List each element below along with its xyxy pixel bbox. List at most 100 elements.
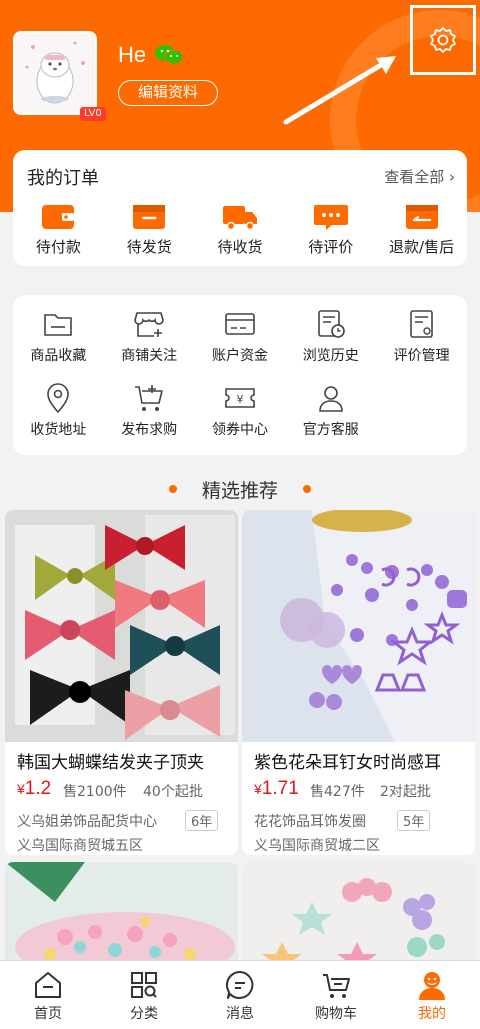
tools-card: 商品收藏 商铺关注 账户资金 浏览历史 评价管理 收货地址 发布求购 ¥ 领券中 [13, 295, 467, 455]
annotation-arrow [283, 56, 396, 125]
home-icon [35, 972, 61, 998]
cart-icon [135, 385, 163, 411]
tool-customer-service[interactable]: 官方客服 [285, 381, 376, 439]
price-value: 1.71 [261, 778, 299, 799]
tab-messages[interactable]: 消息 [192, 961, 288, 1029]
tool-account-funds[interactable]: 账户资金 [195, 307, 286, 365]
tool-label: 评价管理 [393, 348, 450, 364]
product-min-order: 40个起批 [143, 784, 203, 800]
product-card[interactable]: 紫色花朵耳钉女时尚感耳 ¥1.71 售427件 2对起批 花花饰品耳饰发圈 5年… [242, 510, 475, 855]
order-refund[interactable]: 退款/售后 [376, 202, 467, 257]
shop-name-text: 义乌姐弟饰品配货中心 [17, 814, 157, 830]
price-value: 1.2 [24, 778, 52, 799]
tab-label: 购物车 [315, 1006, 357, 1022]
product-card-partial[interactable] [5, 862, 238, 972]
price-symbol: ¥ [254, 781, 262, 797]
avatar[interactable] [13, 31, 97, 115]
tool-post-request[interactable]: 发布求购 [104, 381, 195, 439]
product-shop-name[interactable]: 义乌姐弟饰品配货中心 [17, 811, 157, 831]
tool-label: 账户资金 [211, 348, 268, 364]
tab-home[interactable]: 首页 [0, 961, 96, 1029]
profile-icon [419, 972, 445, 1000]
tool-label: 浏览历史 [302, 348, 359, 364]
tab-cart[interactable]: 购物车 [288, 961, 384, 1029]
tool-label: 商铺关注 [121, 348, 178, 364]
orders-card: 我的订单 查看全部 › 待付款 待发货 待收货 待评价 退款/售后 [13, 150, 467, 266]
username: He [118, 42, 147, 67]
recommend-title: 精选推荐 [201, 480, 278, 502]
bottom-tab-bar: 首页 分类 消息 购物车 我的 [0, 960, 480, 1029]
store-icon [134, 312, 164, 337]
category-icon [131, 972, 157, 998]
view-all-orders-link[interactable]: 查看全部 › [384, 166, 455, 187]
tab-profile[interactable]: 我的 [384, 961, 480, 1029]
location-icon [47, 383, 70, 414]
price-symbol: ¥ [17, 781, 25, 797]
product-sold-count: 售2100件 [63, 784, 127, 800]
shop-years-badge: 6年 [185, 810, 219, 831]
card-icon [225, 313, 255, 335]
truck-icon [222, 206, 257, 231]
order-label: 待收货 [217, 238, 263, 256]
product-image [5, 510, 238, 742]
tool-label: 发布求购 [121, 422, 178, 438]
tool-browse-history[interactable]: 浏览历史 [285, 307, 376, 365]
wechat-icon [155, 45, 184, 65]
product-card[interactable]: 韩国大蝴蝶结发夹子顶夹 ¥1.2 售2100件 40个起批 义乌姐弟饰品配货中心… [5, 510, 238, 855]
comment-icon [313, 205, 348, 230]
refund-icon [405, 205, 438, 229]
order-pending-review[interactable]: 待评价 [285, 202, 376, 257]
product-image [5, 862, 238, 972]
orders-title: 我的订单 [27, 168, 99, 189]
product-card-partial[interactable] [242, 862, 475, 972]
product-image [242, 862, 475, 972]
tab-label: 首页 [34, 1006, 62, 1022]
order-label: 退款/售后 [389, 238, 455, 256]
tool-followed-stores[interactable]: 商铺关注 [104, 307, 195, 365]
tool-shipping-address[interactable]: 收货地址 [13, 381, 104, 439]
coupon-icon: ¥ [225, 388, 255, 408]
tool-label: 商品收藏 [30, 348, 87, 364]
cart-icon [323, 974, 350, 998]
tool-label: 收货地址 [30, 422, 87, 438]
svg-text:¥: ¥ [236, 393, 243, 406]
tool-favorites[interactable]: 商品收藏 [13, 307, 104, 365]
tool-coupon-center[interactable]: ¥ 领券中心 [195, 381, 286, 439]
tool-review-management[interactable]: 评价管理 [376, 307, 467, 365]
product-image [242, 510, 475, 742]
shop-name-text: 花花饰品耳饰发圈 [254, 814, 366, 830]
settings-button[interactable] [410, 5, 476, 75]
product-sold-count: 售427件 [310, 784, 365, 800]
shop-years-badge: 5年 [397, 810, 431, 831]
tool-label: 官方客服 [302, 422, 359, 438]
tool-label: 领券中心 [211, 422, 268, 438]
order-pending-payment[interactable]: 待付款 [13, 202, 104, 257]
package-icon [133, 205, 166, 229]
product-min-order: 2对起批 [380, 784, 431, 800]
folder-icon [44, 314, 73, 336]
wallet-icon [42, 205, 75, 229]
message-icon [225, 970, 254, 999]
product-shop-name[interactable]: 花花饰品耳饰发圈 [254, 811, 366, 831]
product-name: 韩国大蝴蝶结发夹子顶夹 [17, 753, 204, 773]
product-price: ¥1.71 [254, 778, 299, 800]
service-icon [318, 386, 343, 412]
view-all-label: 查看全部 [384, 168, 445, 186]
edit-profile-button[interactable]: 编辑资料 [118, 80, 218, 106]
decorative-dot [303, 485, 311, 493]
product-name: 紫色花朵耳钉女时尚感耳 [254, 753, 441, 773]
order-label: 待评价 [308, 238, 354, 256]
order-pending-shipment[interactable]: 待发货 [104, 202, 195, 257]
tab-label: 我的 [418, 1006, 446, 1022]
order-label: 待付款 [35, 238, 81, 256]
order-label: 待发货 [126, 238, 172, 256]
product-price: ¥1.2 [17, 778, 51, 800]
product-market: 义乌国际商贸城二区 [254, 838, 380, 854]
order-pending-receipt[interactable]: 待收货 [195, 202, 286, 257]
tab-label: 分类 [130, 1006, 158, 1022]
level-badge: LV0 [80, 107, 106, 121]
gear-icon [430, 27, 456, 53]
history-icon [317, 310, 345, 338]
review-icon [409, 310, 433, 338]
tab-category[interactable]: 分类 [96, 961, 192, 1029]
